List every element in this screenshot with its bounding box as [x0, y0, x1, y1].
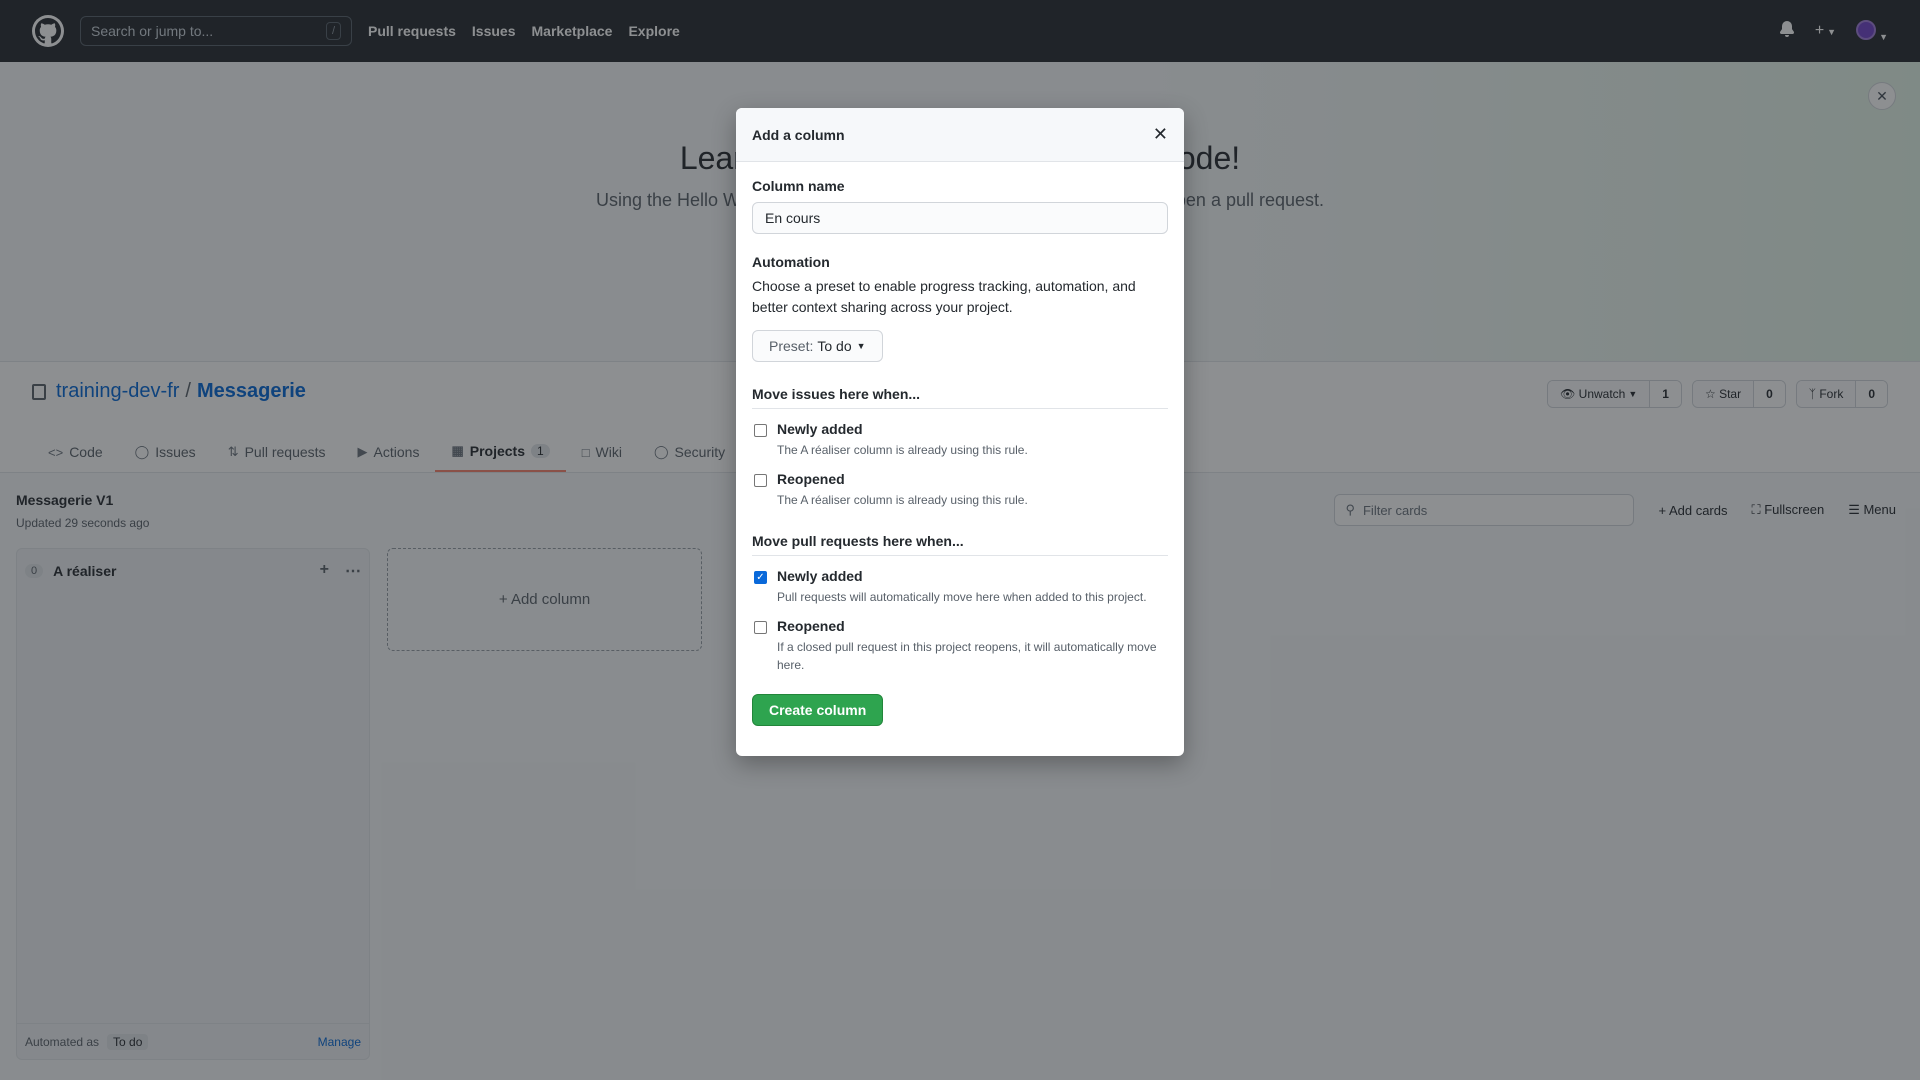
column-name-label: Column name	[752, 178, 845, 194]
rule-title: Newly added	[777, 421, 863, 437]
create-column-button[interactable]: Create column	[752, 694, 884, 726]
dialog-body: Column name En cours Automation Choose a…	[736, 162, 1184, 742]
rule-title: Reopened	[777, 618, 845, 634]
column-name-input[interactable]: En cours	[752, 202, 1168, 234]
prs-newly-added-checkbox[interactable]: ✓	[754, 571, 767, 584]
rule-title: Newly added	[777, 568, 863, 584]
preset-dropdown[interactable]: Preset: To do ▼	[752, 330, 883, 362]
add-column-dialog: Add a column ✕ Column name En cours Auto…	[736, 108, 1184, 756]
issues-reopened-checkbox[interactable]	[754, 474, 767, 487]
rule-description: If a closed pull request in this project…	[777, 640, 1157, 672]
issues-newly-added-checkbox[interactable]	[754, 424, 767, 437]
rule-description: The A réaliser column is already using t…	[777, 443, 1028, 457]
preset-value: To do	[817, 338, 852, 354]
close-icon[interactable]: ✕	[1153, 124, 1168, 145]
prs-reopened-checkbox[interactable]	[754, 621, 767, 634]
rule-description: The A réaliser column is already using t…	[777, 493, 1028, 507]
rule-title: Reopened	[777, 471, 845, 487]
issues-rule-newly-added: Newly added The A réaliser column is alr…	[752, 421, 1168, 459]
automation-label: Automation	[752, 254, 830, 270]
prs-rule-reopened: Reopened If a closed pull request in thi…	[752, 618, 1168, 674]
automation-section: Automation Choose a preset to enable pro…	[752, 254, 1168, 362]
preset-key: Preset:	[769, 338, 814, 354]
prs-rules-heading: Move pull requests here when...	[752, 533, 1168, 556]
rule-description: Pull requests will automatically move he…	[777, 590, 1147, 604]
issues-rule-reopened: Reopened The A réaliser column is alread…	[752, 471, 1168, 509]
chevron-down-icon: ▼	[856, 341, 866, 351]
automation-description: Choose a preset to enable progress track…	[752, 278, 1136, 315]
dialog-title: Add a column	[752, 126, 845, 143]
prs-rule-newly-added: ✓ Newly added Pull requests will automat…	[752, 568, 1168, 606]
issues-rules-heading: Move issues here when...	[752, 386, 1168, 409]
dialog-header: Add a column ✕	[736, 108, 1184, 162]
